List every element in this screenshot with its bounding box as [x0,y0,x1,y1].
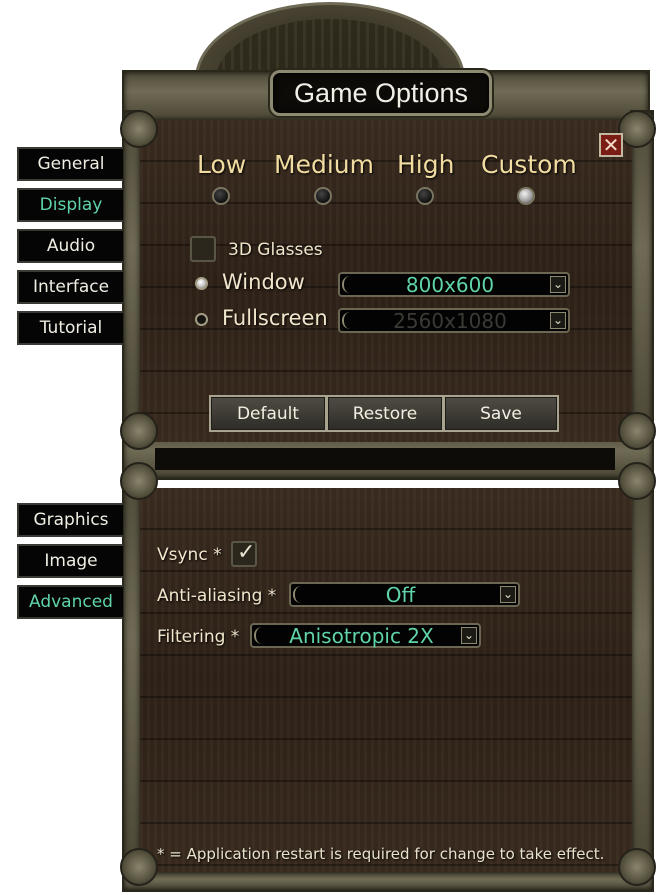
corner-ornament-icon [120,462,158,500]
tab-interface[interactable]: Interface [17,270,123,304]
default-button[interactable]: Default [209,395,327,432]
preset-radio-high[interactable] [416,187,434,205]
frame-bottom [122,870,654,892]
preset-label-custom: Custom [481,150,577,179]
tab-display[interactable]: Display [17,188,123,222]
tab-graphics[interactable]: Graphics [17,503,123,537]
3d-glasses-label: 3D Glasses [228,240,323,260]
dropdown-cap [342,276,350,293]
frame-lower-right [630,470,654,885]
window-resolution-value: 800x600 [405,272,495,297]
tab-audio[interactable]: Audio [17,229,123,263]
vsync-checkbox[interactable]: ✓ [231,540,257,567]
corner-ornament-icon [618,110,656,148]
window-mode-radio[interactable] [195,277,208,290]
3d-glasses-checkbox[interactable] [190,236,216,262]
preset-label-low: Low [197,150,247,179]
preset-radio-low[interactable] [212,187,230,205]
tab-tutorial[interactable]: Tutorial [17,311,123,345]
fullscreen-mode-radio[interactable] [195,313,208,326]
panel-divider [155,448,615,470]
header-arch-ornament [195,2,465,80]
chevron-down-icon[interactable]: ⌄ [550,276,566,293]
preset-label-medium: Medium [274,150,374,179]
checkmark-icon: ✓ [237,540,256,565]
corner-ornament-icon [618,412,656,450]
chevron-down-icon[interactable]: ⌄ [550,312,566,329]
chevron-down-icon[interactable]: ⌄ [461,627,477,644]
filtering-label: Filtering * [157,627,240,647]
vsync-label: Vsync * [157,545,222,565]
save-button[interactable]: Save [443,395,559,432]
close-icon: ✕ [602,133,620,157]
window-mode-label: Window [222,270,305,294]
tab-advanced[interactable]: Advanced [17,585,123,619]
frame-right [630,110,654,450]
corner-ornament-icon [618,462,656,500]
close-button[interactable]: ✕ [599,133,623,157]
frame-left [122,110,142,450]
tab-general[interactable]: General [17,147,123,181]
fullscreen-resolution-value: 2560x1080 [393,308,507,333]
restore-button[interactable]: Restore [326,395,444,432]
window-resolution-dropdown[interactable]: 800x600 ⌄ [338,272,570,297]
dropdown-cap [254,627,262,644]
preset-radio-custom[interactable] [517,187,535,205]
frame-lower-left [122,470,142,885]
corner-ornament-icon [120,412,158,450]
preset-label-high: High [397,150,455,179]
anti-aliasing-label: Anti-aliasing * [157,586,277,606]
anti-aliasing-value: Off [385,582,416,607]
filtering-dropdown[interactable]: Anisotropic 2X ⌄ [250,623,481,648]
corner-ornament-icon [120,848,158,886]
anti-aliasing-dropdown[interactable]: Off ⌄ [289,582,520,607]
dropdown-cap [342,312,350,329]
corner-ornament-icon [618,848,656,886]
corner-ornament-icon [120,110,158,148]
preset-radio-medium[interactable] [314,187,332,205]
dropdown-cap [293,586,301,603]
fullscreen-resolution-dropdown[interactable]: 2560x1080 ⌄ [338,308,570,333]
window-title: Game Options [270,70,492,116]
fullscreen-mode-label: Fullscreen [222,306,328,330]
chevron-down-icon[interactable]: ⌄ [500,586,516,603]
filtering-value: Anisotropic 2X [289,623,434,648]
tab-image[interactable]: Image [17,544,123,578]
restart-footnote: * = Application restart is required for … [157,845,605,863]
